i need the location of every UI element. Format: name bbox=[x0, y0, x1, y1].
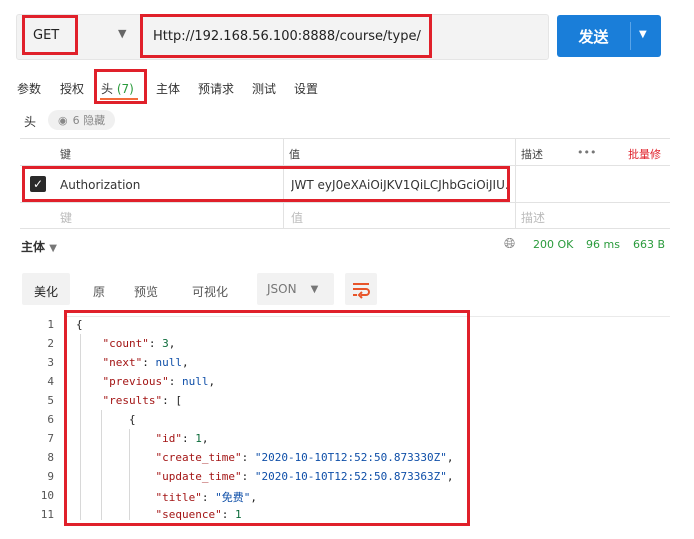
tab-headers[interactable]: 头 (7) bbox=[101, 80, 134, 97]
line-number: 4 bbox=[47, 375, 54, 388]
code-line[interactable]: "results": [ bbox=[76, 394, 182, 407]
table-divider bbox=[20, 138, 670, 139]
column-header-value: 值 bbox=[289, 148, 300, 161]
line-number: 10 bbox=[40, 489, 54, 502]
new-description-input[interactable]: 描述 bbox=[521, 209, 545, 226]
wrap-icon bbox=[353, 283, 370, 299]
method-label: GET bbox=[33, 27, 60, 43]
json-key: "update_time" bbox=[155, 470, 242, 483]
json-value: 3 bbox=[162, 337, 169, 350]
json-key: "sequence" bbox=[155, 508, 222, 521]
response-time[interactable]: 96 ms bbox=[586, 238, 620, 251]
method-select[interactable]: GET bbox=[22, 15, 78, 55]
view-preview[interactable]: 预览 bbox=[134, 283, 158, 300]
code-line[interactable]: "create_time": "2020-10-10T12:52:50.8733… bbox=[76, 451, 453, 464]
column-header-key: 键 bbox=[60, 148, 71, 161]
table-divider bbox=[20, 202, 670, 203]
json-value: "2020-10-10T12:52:50.873330Z" bbox=[254, 451, 447, 464]
tab-prerequest[interactable]: 预请求 bbox=[198, 80, 234, 97]
chevron-down-icon[interactable]: ▼ bbox=[639, 29, 647, 40]
json-key: "create_time" bbox=[155, 451, 242, 464]
new-key-input[interactable]: 键 bbox=[60, 209, 72, 226]
line-number: 5 bbox=[47, 394, 54, 407]
json-key: "previous" bbox=[102, 375, 169, 388]
url-text: Http://192.168.56.100:8888/course/type/ bbox=[153, 28, 421, 44]
column-divider bbox=[515, 138, 516, 228]
chevron-down-icon[interactable]: ▼ bbox=[118, 27, 126, 40]
active-tab-indicator bbox=[100, 98, 138, 100]
code-line[interactable]: "previous": null, bbox=[76, 375, 216, 388]
tab-body[interactable]: 主体 bbox=[156, 80, 180, 97]
code-line[interactable]: "count": 3, bbox=[76, 337, 176, 350]
view-visualize[interactable]: 可视化 bbox=[192, 283, 228, 300]
response-size[interactable]: 663 B bbox=[633, 238, 665, 251]
table-divider bbox=[20, 228, 670, 229]
line-number: 3 bbox=[47, 356, 54, 369]
hidden-headers-label: 6 隐藏 bbox=[72, 114, 106, 127]
globe-icon[interactable]: 🌐︎ bbox=[504, 236, 515, 252]
view-raw[interactable]: 原 bbox=[93, 283, 105, 300]
code-line[interactable]: { bbox=[76, 318, 83, 331]
headers-section-label: 头 bbox=[24, 115, 37, 129]
view-pretty[interactable]: 美化 bbox=[34, 283, 58, 300]
format-select[interactable]: JSON ▼ bbox=[257, 273, 334, 305]
json-key: "title" bbox=[155, 491, 202, 504]
send-divider bbox=[630, 22, 631, 50]
json-key: "count" bbox=[102, 337, 149, 350]
json-value: null bbox=[155, 356, 183, 369]
header-key-cell[interactable]: Authorization bbox=[60, 178, 140, 192]
json-key: "next" bbox=[102, 356, 143, 369]
chevron-down-icon: ▼ bbox=[49, 243, 57, 254]
code-line[interactable]: "sequence": 1 bbox=[76, 508, 242, 521]
hidden-headers-toggle[interactable]: ◉ 6 隐藏 bbox=[48, 110, 116, 130]
code-line[interactable]: "next": null, bbox=[76, 356, 189, 369]
line-number: 6 bbox=[47, 413, 54, 426]
wrap-lines-button[interactable] bbox=[345, 273, 377, 305]
json-value: 1 bbox=[195, 432, 202, 445]
column-header-description: 描述 bbox=[521, 148, 543, 161]
url-input[interactable]: Http://192.168.56.100:8888/course/type/ bbox=[140, 14, 432, 58]
line-number: 1 bbox=[47, 318, 54, 331]
tab-headers-count: (7) bbox=[116, 82, 134, 96]
response-body-title: 主体 bbox=[21, 240, 46, 254]
line-number: 8 bbox=[47, 451, 54, 464]
json-value: "2020-10-10T12:52:50.873363Z" bbox=[254, 470, 447, 483]
tab-settings[interactable]: 设置 bbox=[294, 80, 318, 97]
json-key: "results" bbox=[102, 394, 163, 407]
tab-params[interactable]: 参数 bbox=[17, 80, 41, 97]
response-body-toggle[interactable]: 主体 ▼ bbox=[21, 238, 57, 255]
format-label: JSON bbox=[267, 282, 297, 296]
json-key: "id" bbox=[155, 432, 182, 445]
code-line[interactable]: { bbox=[76, 413, 136, 426]
code-line[interactable]: "update_time": "2020-10-10T12:52:50.8733… bbox=[76, 470, 453, 483]
status-code[interactable]: 200 OK bbox=[533, 238, 573, 251]
code-line[interactable]: "title": "免费", bbox=[76, 489, 256, 505]
json-value: "免费" bbox=[215, 491, 251, 504]
line-number: 11 bbox=[40, 508, 54, 521]
json-value: 1 bbox=[234, 508, 242, 521]
line-number: 7 bbox=[47, 432, 54, 445]
send-label: 发送 bbox=[578, 27, 609, 46]
line-number: 2 bbox=[47, 337, 54, 350]
tab-auth[interactable]: 授权 bbox=[60, 80, 84, 97]
line-number: 9 bbox=[47, 470, 54, 483]
new-value-input[interactable]: 值 bbox=[291, 209, 303, 226]
code-line[interactable]: "id": 1, bbox=[76, 432, 208, 445]
json-value: null bbox=[181, 375, 209, 388]
chevron-down-icon: ▼ bbox=[310, 283, 319, 295]
tab-tests[interactable]: 测试 bbox=[252, 80, 276, 97]
header-value-cell[interactable]: JWT eyJ0eXAiOiJKV1QiLCJhbGciOiJIU... bbox=[291, 178, 507, 192]
send-button[interactable]: 发送 ▼ bbox=[557, 15, 661, 57]
header-enabled-checkbox[interactable]: ✓ bbox=[30, 176, 46, 192]
tab-headers-label: 头 bbox=[101, 82, 114, 96]
bulk-edit-link[interactable]: 批量修 bbox=[628, 146, 661, 162]
more-options-icon[interactable]: ••• bbox=[577, 146, 596, 159]
eye-icon: ◉ bbox=[58, 113, 68, 127]
